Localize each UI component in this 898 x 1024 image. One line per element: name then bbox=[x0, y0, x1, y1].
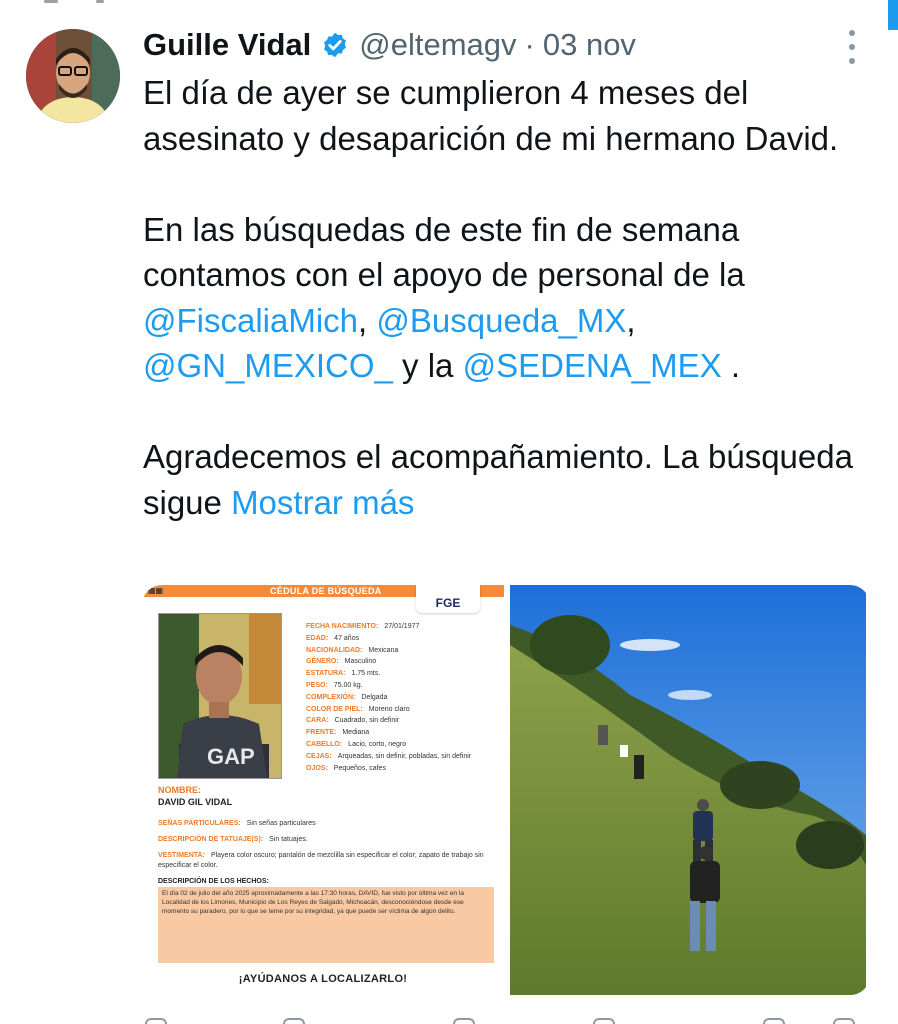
detail-row: NACIONALIDAD: Mexicana bbox=[306, 645, 496, 657]
separator-comma-2: , bbox=[626, 301, 636, 339]
tattoos-value: Sin tatuajes. bbox=[269, 836, 308, 843]
mention-busqueda-mx[interactable]: @Busqueda_MX bbox=[376, 302, 626, 339]
tattoos-label: DESCRIPCIÓN DE TATUAJE(S): bbox=[158, 836, 264, 843]
detail-label: ESTATURA: bbox=[306, 670, 346, 678]
detail-row: OJOS: Pequeños, cafes bbox=[306, 763, 496, 775]
separator-comma-1: , bbox=[358, 301, 377, 339]
tweet-actions-bar bbox=[143, 1014, 873, 1024]
mention-fiscaliamich[interactable]: @FiscaliaMich bbox=[143, 302, 358, 339]
paragraph-2-intro: En las búsquedas de este fin de semana c… bbox=[143, 210, 745, 294]
detail-value: Lacio, corto, negro bbox=[348, 740, 407, 748]
clothing-value: Playera color oscuro; pantalón de mezcli… bbox=[158, 852, 484, 869]
author-avatar[interactable] bbox=[26, 29, 120, 123]
detail-label: PESO: bbox=[306, 681, 328, 689]
connector-y-la: y la bbox=[392, 347, 463, 384]
features-label: SEÑAS PARTICULARES: bbox=[158, 820, 241, 827]
detail-value: Pequeños, cafes bbox=[333, 764, 386, 772]
tweet-text: El día de ayer se cumplieron 4 meses del… bbox=[143, 70, 873, 525]
facts-label: DESCRIPCIÓN DE LOS HECHOS: bbox=[158, 878, 269, 885]
detail-value: 75.00 kg. bbox=[333, 681, 363, 689]
author-handle[interactable]: @eltemagv bbox=[359, 27, 516, 63]
media-image-search-party[interactable] bbox=[510, 585, 870, 995]
paragraph-2-end: . bbox=[721, 347, 741, 384]
clothing-label: VESTIMENTA: bbox=[158, 852, 205, 859]
detail-label: COLOR DE PIEL: bbox=[306, 705, 363, 713]
share-icon[interactable] bbox=[833, 1018, 855, 1024]
detail-value: Mexicana bbox=[368, 646, 399, 654]
detail-value: Moreno claro bbox=[368, 705, 410, 713]
author-name[interactable]: Guille Vidal bbox=[143, 27, 311, 63]
svg-text:GAP: GAP bbox=[207, 744, 255, 769]
views-icon[interactable] bbox=[593, 1018, 615, 1024]
detail-value: Masculino bbox=[344, 658, 377, 666]
detail-row: ESTATURA: 1.75 mts. bbox=[306, 668, 496, 680]
search-notice-card: ▦▦ CÉDULA DE BÚSQUEDA FGE GAP FECHA NACI… bbox=[142, 585, 504, 995]
detail-row: PESO: 75.00 kg. bbox=[306, 680, 496, 692]
bookmark-icon[interactable] bbox=[763, 1018, 785, 1024]
reply-icon[interactable] bbox=[145, 1018, 167, 1024]
detail-value: Cuadrado, sin definir bbox=[334, 717, 400, 725]
missing-person-photo: GAP bbox=[158, 613, 282, 779]
fge-logo: FGE bbox=[416, 585, 480, 613]
detail-label: NACIONALIDAD: bbox=[306, 646, 363, 654]
detail-row: GÉNERO: Masculino bbox=[306, 656, 496, 668]
detail-value: Delgada bbox=[361, 693, 388, 701]
detail-row: CEJAS: Arqueadas, sin definir, pobladas, … bbox=[306, 751, 496, 763]
detail-label: FRENTE: bbox=[306, 729, 337, 737]
tweet-paragraph-1: El día de ayer se cumplieron 4 meses del… bbox=[143, 74, 839, 157]
detail-row: FRENTE: Mediana bbox=[306, 727, 496, 739]
state-logo-icon: ▦▦ bbox=[148, 586, 164, 595]
detail-row: FECHA NACIMIENTO: 27/01/1977 bbox=[306, 621, 496, 633]
detail-label: GÉNERO: bbox=[306, 658, 339, 666]
previous-post-fragment bbox=[0, 0, 898, 6]
detail-row: EDAD: 47 años bbox=[306, 633, 496, 645]
detail-row: CARA: Cuadrado, sin definir bbox=[306, 715, 496, 727]
like-icon[interactable] bbox=[453, 1018, 475, 1024]
mention-gn-mexico[interactable]: @GN_MEXICO_ bbox=[143, 347, 393, 384]
detail-value: 1.75 mts. bbox=[351, 670, 381, 678]
detail-value: Mediana bbox=[342, 729, 370, 737]
help-locate-banner: ¡AYÚDANOS A LOCALIZARLO! bbox=[238, 973, 408, 985]
detail-label: OJOS: bbox=[306, 764, 328, 772]
detail-row: COMPLEXIÓN: Delgada bbox=[306, 692, 496, 704]
tweet-header: Guille Vidal @eltemagv · 03 nov bbox=[143, 22, 636, 68]
detail-label: CEJAS: bbox=[306, 752, 332, 760]
detail-row: CABELLO: Lacio, corto, negro bbox=[306, 739, 496, 751]
detail-label: CABELLO: bbox=[306, 740, 343, 748]
tattoos-row: DESCRIPCIÓN DE TATUAJE(S): Sin tatuajes. bbox=[158, 835, 498, 845]
card-title: CÉDULA DE BÚSQUEDA bbox=[270, 586, 382, 596]
media-gallery: ▦▦ CÉDULA DE BÚSQUEDA FGE GAP FECHA NACI… bbox=[142, 585, 870, 995]
tweet-paragraph-3: Agradecemos el acompañamiento. La búsque… bbox=[143, 434, 873, 525]
detail-label: FECHA NACIMIENTO: bbox=[306, 623, 379, 630]
facts-label-row: DESCRIPCIÓN DE LOS HECHOS: bbox=[158, 877, 498, 887]
detail-label: COMPLEXIÓN: bbox=[306, 693, 356, 701]
name-label: NOMBRE: bbox=[158, 785, 201, 795]
person-name: DAVID GIL VIDAL bbox=[158, 797, 233, 807]
clothing-row: VESTIMENTA: Playera color oscuro; pantaló… bbox=[158, 851, 498, 871]
features-row: SEÑAS PARTICULARES: Sin señas particulare… bbox=[158, 819, 498, 829]
detail-label: CARA: bbox=[306, 717, 329, 725]
post-date[interactable]: 03 nov bbox=[543, 27, 636, 63]
tweet-paragraph-2: En las búsquedas de este fin de semana c… bbox=[143, 207, 873, 389]
features-value: Sin señas particulares bbox=[246, 820, 316, 827]
detail-value: Arqueadas, sin definir, pobladas, sin de… bbox=[337, 752, 472, 760]
detail-label: EDAD: bbox=[306, 634, 329, 642]
facts-description: El día 02 de julio del año 2025 aproxima… bbox=[158, 887, 494, 963]
person-details: FECHA NACIMIENTO: 27/01/1977 EDAD: 47 años N… bbox=[306, 621, 496, 774]
detail-row: COLOR DE PIEL: Moreno claro bbox=[306, 704, 496, 716]
retweet-icon[interactable] bbox=[283, 1018, 305, 1024]
separator-dot: · bbox=[524, 27, 535, 62]
show-more-link[interactable]: Mostrar más bbox=[231, 484, 414, 521]
detail-value: 27/01/1977 bbox=[384, 623, 420, 630]
mention-sedena-mex[interactable]: @SEDENA_MEX bbox=[463, 347, 722, 384]
scroll-indicator bbox=[888, 0, 898, 30]
verified-badge-icon bbox=[321, 31, 349, 59]
media-image-cedula[interactable]: ▦▦ CÉDULA DE BÚSQUEDA FGE GAP FECHA NACI… bbox=[142, 585, 510, 995]
more-options-icon[interactable] bbox=[838, 30, 866, 64]
detail-value: 47 años bbox=[334, 634, 360, 642]
